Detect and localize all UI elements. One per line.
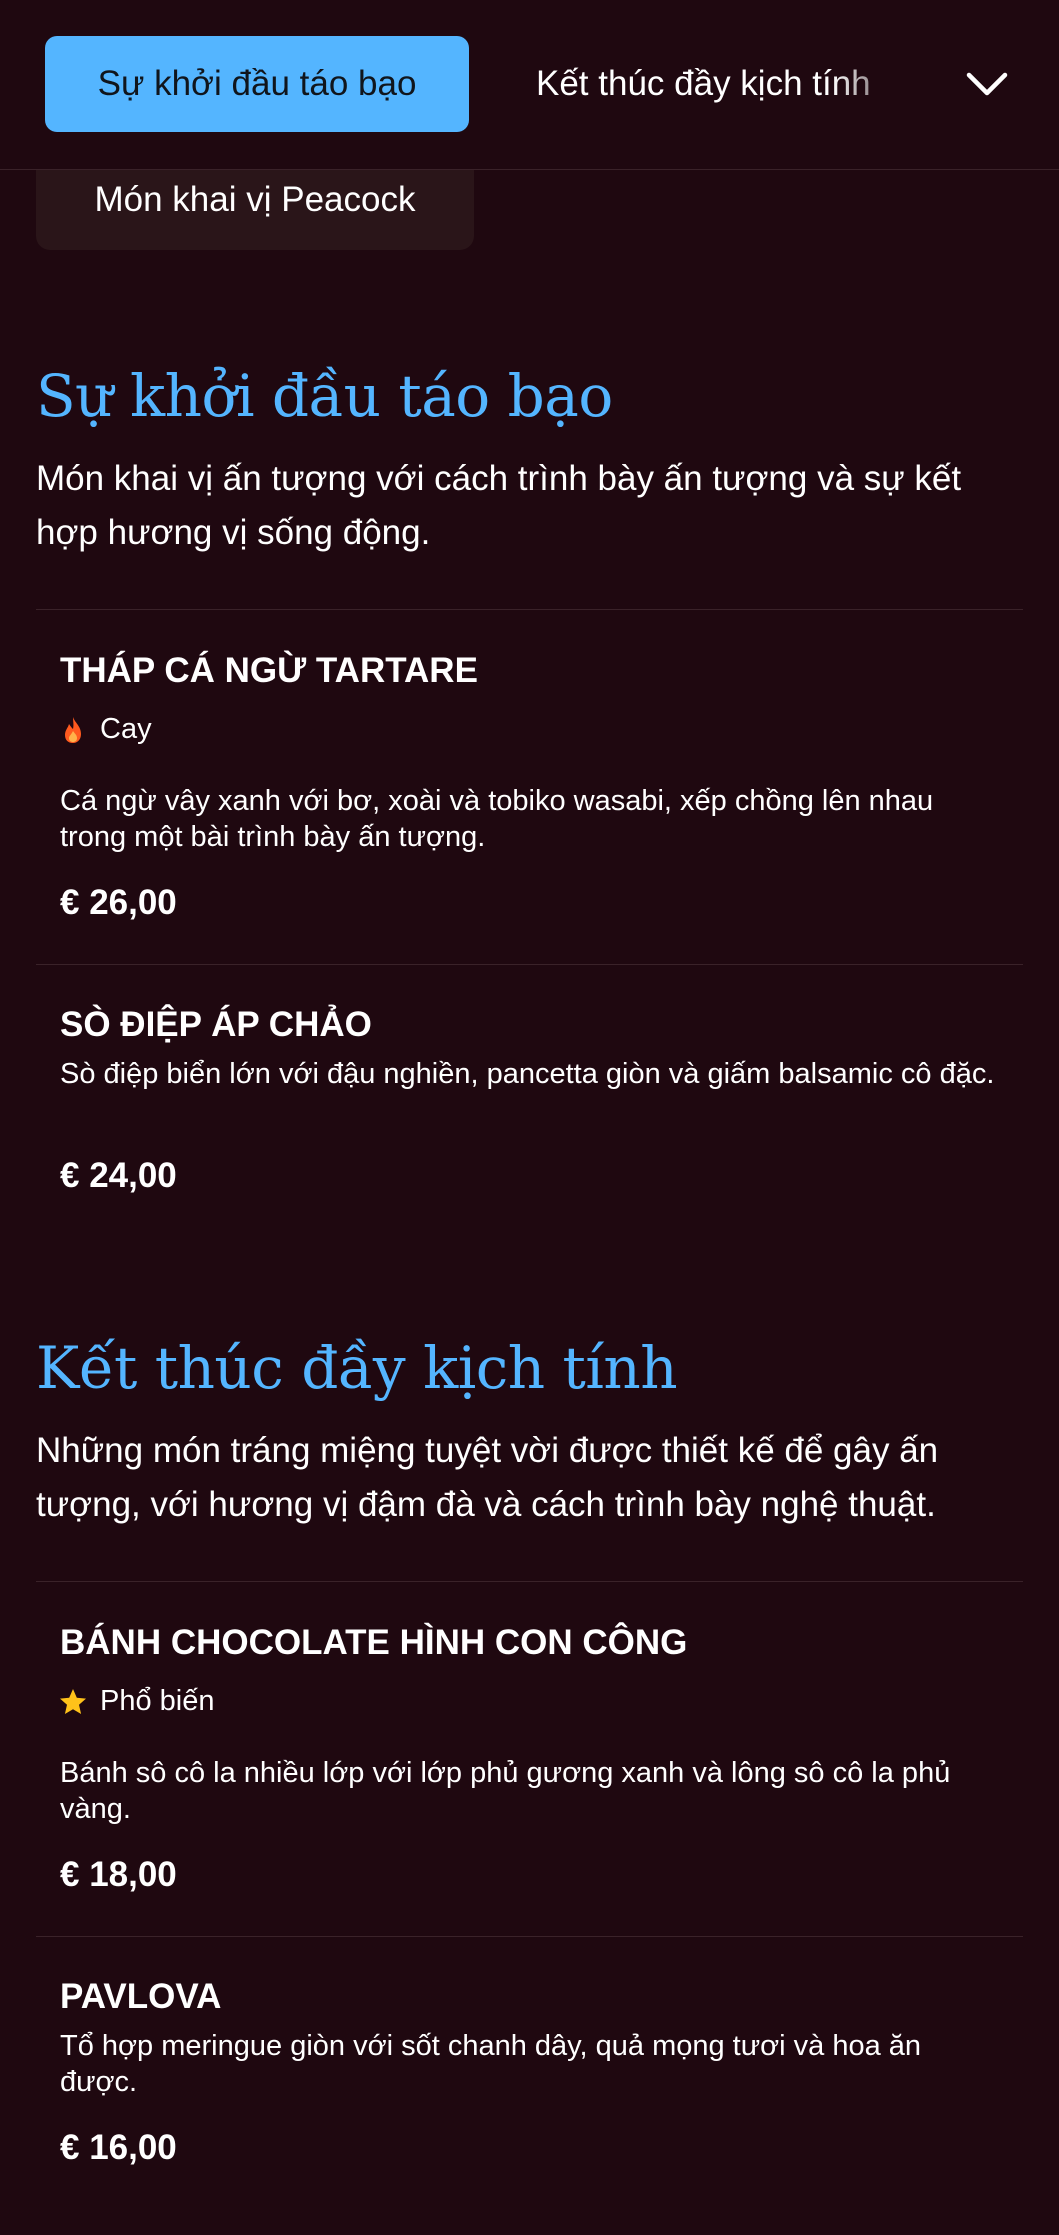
item-price: € 26,00 <box>60 883 177 922</box>
item-description: Cá ngừ vây xanh với bơ, xoài và tobiko w… <box>60 785 934 853</box>
tag-label: Cay <box>100 713 152 745</box>
chevron-down-icon[interactable] <box>962 60 1012 110</box>
divider <box>36 609 1023 610</box>
category-tab-bar: Sự khởi đầu táo bạo Kết thúc đầy kịch tí… <box>0 0 1059 170</box>
item-tag: Phổ biến <box>58 1685 215 1718</box>
item-price: € 18,00 <box>60 1855 177 1894</box>
item-description: Bánh sô cô la nhiều lớp với lớp phủ gươn… <box>60 1757 951 1825</box>
section-description: Món khai vị ấn tượng với cách trình bày … <box>36 459 962 552</box>
divider <box>36 964 1023 965</box>
item-price: € 24,00 <box>60 1156 177 1195</box>
item-price: € 16,00 <box>60 2128 177 2167</box>
flame-icon <box>58 715 88 745</box>
item-description: Tổ hợp meringue giòn với sốt chanh dây, … <box>60 2030 922 2098</box>
item-tag: Cay <box>58 713 152 746</box>
tab-bold-starters[interactable]: Sự khởi đầu táo bạo <box>45 36 469 132</box>
item-description: Sò điệp biển lớn với đậu nghiền, pancett… <box>60 1058 995 1090</box>
section-title: Sự khởi đầu táo bạo <box>36 362 613 430</box>
tab-dramatic-endings[interactable]: Kết thúc đầy kịch tính <box>536 36 916 132</box>
tag-label: Phổ biến <box>100 1685 215 1717</box>
section-title: Kết thúc đầy kịch tính <box>36 1334 678 1402</box>
section-description: Những món tráng miệng tuyệt vời được thi… <box>36 1431 939 1524</box>
menu-page: Sự khởi đầu táo bạo Kết thúc đầy kịch tí… <box>0 0 1059 2235</box>
item-name: SÒ ĐIỆP ÁP CHẢO <box>60 1005 372 1044</box>
divider <box>36 1936 1023 1937</box>
item-name: PAVLOVA <box>60 1977 222 2016</box>
item-name: THÁP CÁ NGỪ TARTARE <box>60 651 478 690</box>
item-name: BÁNH CHOCOLATE HÌNH CON CÔNG <box>60 1623 688 1662</box>
divider <box>36 1581 1023 1582</box>
star-icon <box>58 1687 88 1717</box>
